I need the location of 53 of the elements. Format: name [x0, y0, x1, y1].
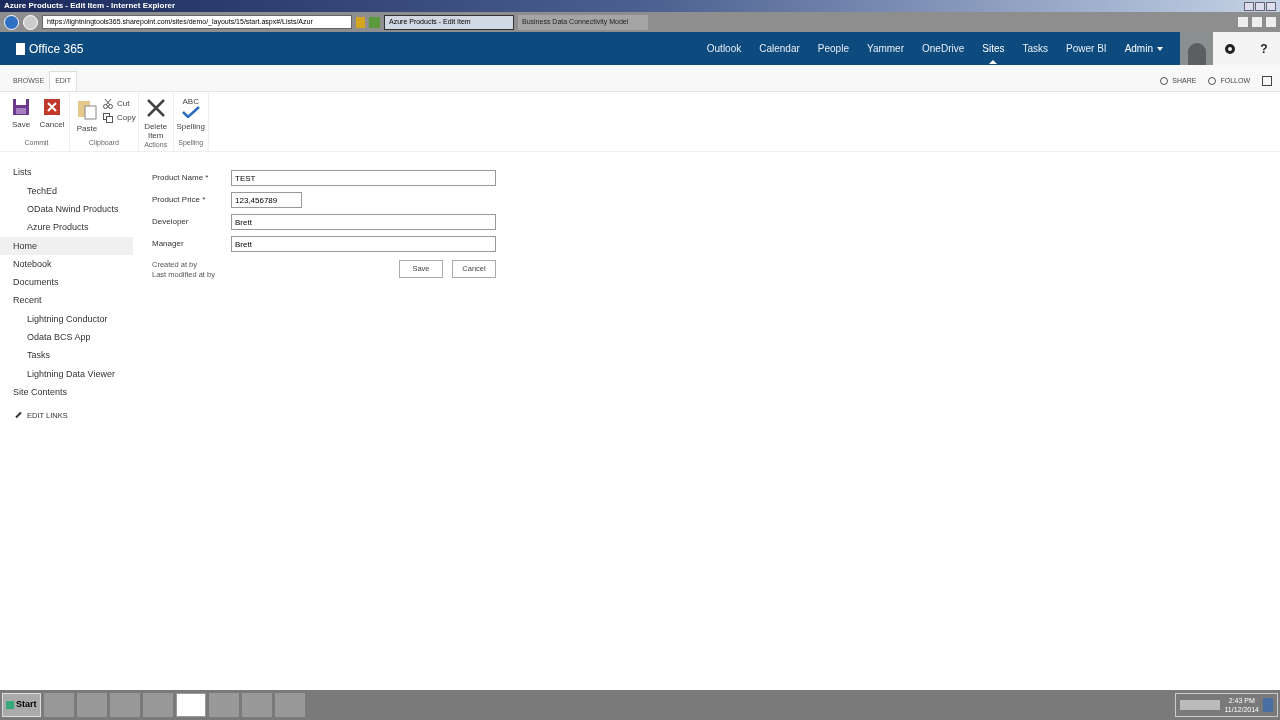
suite-link[interactable]: People [817, 41, 849, 56]
nav-link[interactable]: Documents [0, 273, 133, 293]
save-icon [12, 98, 30, 116]
field-label: Product Name * [152, 172, 210, 184]
admin-menu[interactable]: Admin [1124, 41, 1163, 56]
suite-link[interactable]: Calendar [759, 41, 800, 56]
suite-link[interactable]: Tasks [1022, 41, 1049, 56]
focus-icon[interactable] [1262, 76, 1272, 86]
nav-link[interactable]: Notebook [0, 255, 133, 274]
text-field[interactable]: Brett [231, 214, 496, 230]
help-icon[interactable]: ? [1260, 39, 1268, 58]
nav-link[interactable]: Site Contents [0, 383, 133, 402]
text-field[interactable]: Brett [231, 236, 496, 252]
forward-icon[interactable] [23, 14, 38, 30]
window-title: Azure Products - Edit Item - Internet Explorer [4, 1, 176, 11]
back-icon[interactable] [4, 14, 19, 30]
suite-link[interactable]: Yammer [866, 41, 904, 56]
nav-link[interactable]: Recent [0, 292, 133, 311]
field-label: Manager [152, 238, 185, 250]
ribbon-command[interactable]: Copy [103, 112, 136, 124]
field-label: Product Price * [152, 194, 207, 206]
x-icon [145, 98, 166, 118]
ribbon-command[interactable]: Cut [103, 98, 136, 110]
ribbon-command[interactable]: Save [6, 98, 36, 138]
text-field[interactable]: TEST [231, 170, 496, 186]
office-logo [16, 42, 25, 55]
nav-link[interactable]: OData Nwind Products [0, 200, 133, 219]
nav-link[interactable]: Lightning Data Viewer [0, 365, 133, 384]
suite-link[interactable]: Outlook [706, 41, 742, 56]
nav-link[interactable]: Lists [0, 164, 133, 183]
ribbon-command[interactable]: Paste [72, 98, 102, 138]
ribbon-command[interactable]: ABC Spelling [175, 98, 206, 138]
nav-link[interactable]: Tasks [0, 346, 133, 366]
suite-link[interactable]: Power BI [1066, 41, 1107, 56]
start-button[interactable]: Start [2, 693, 41, 717]
ribbon-command[interactable]: Cancel [37, 98, 67, 138]
field-label: Developer [152, 216, 190, 228]
nav-link[interactable]: Odata BCS App [0, 328, 133, 347]
settings-icon[interactable] [1225, 43, 1236, 54]
checkmark-icon [181, 106, 200, 118]
clipboard-icon [77, 98, 97, 120]
scissors-icon [103, 99, 113, 109]
brand-name: Office 365 [29, 40, 84, 58]
text-field[interactable]: 123,456789 [231, 192, 302, 208]
badge-text: ABC [182, 98, 199, 106]
nav-link[interactable]: Home [0, 237, 133, 256]
cancel-icon [43, 98, 61, 116]
nav-link[interactable]: Azure Products [0, 218, 133, 238]
nav-link[interactable]: Lightning Conductor [0, 310, 133, 329]
suite-link[interactable]: OneDrive [922, 41, 965, 56]
copy-icon [103, 113, 113, 123]
nav-link[interactable]: TechEd [0, 182, 133, 201]
ribbon-command[interactable]: Delete Item [140, 98, 171, 140]
